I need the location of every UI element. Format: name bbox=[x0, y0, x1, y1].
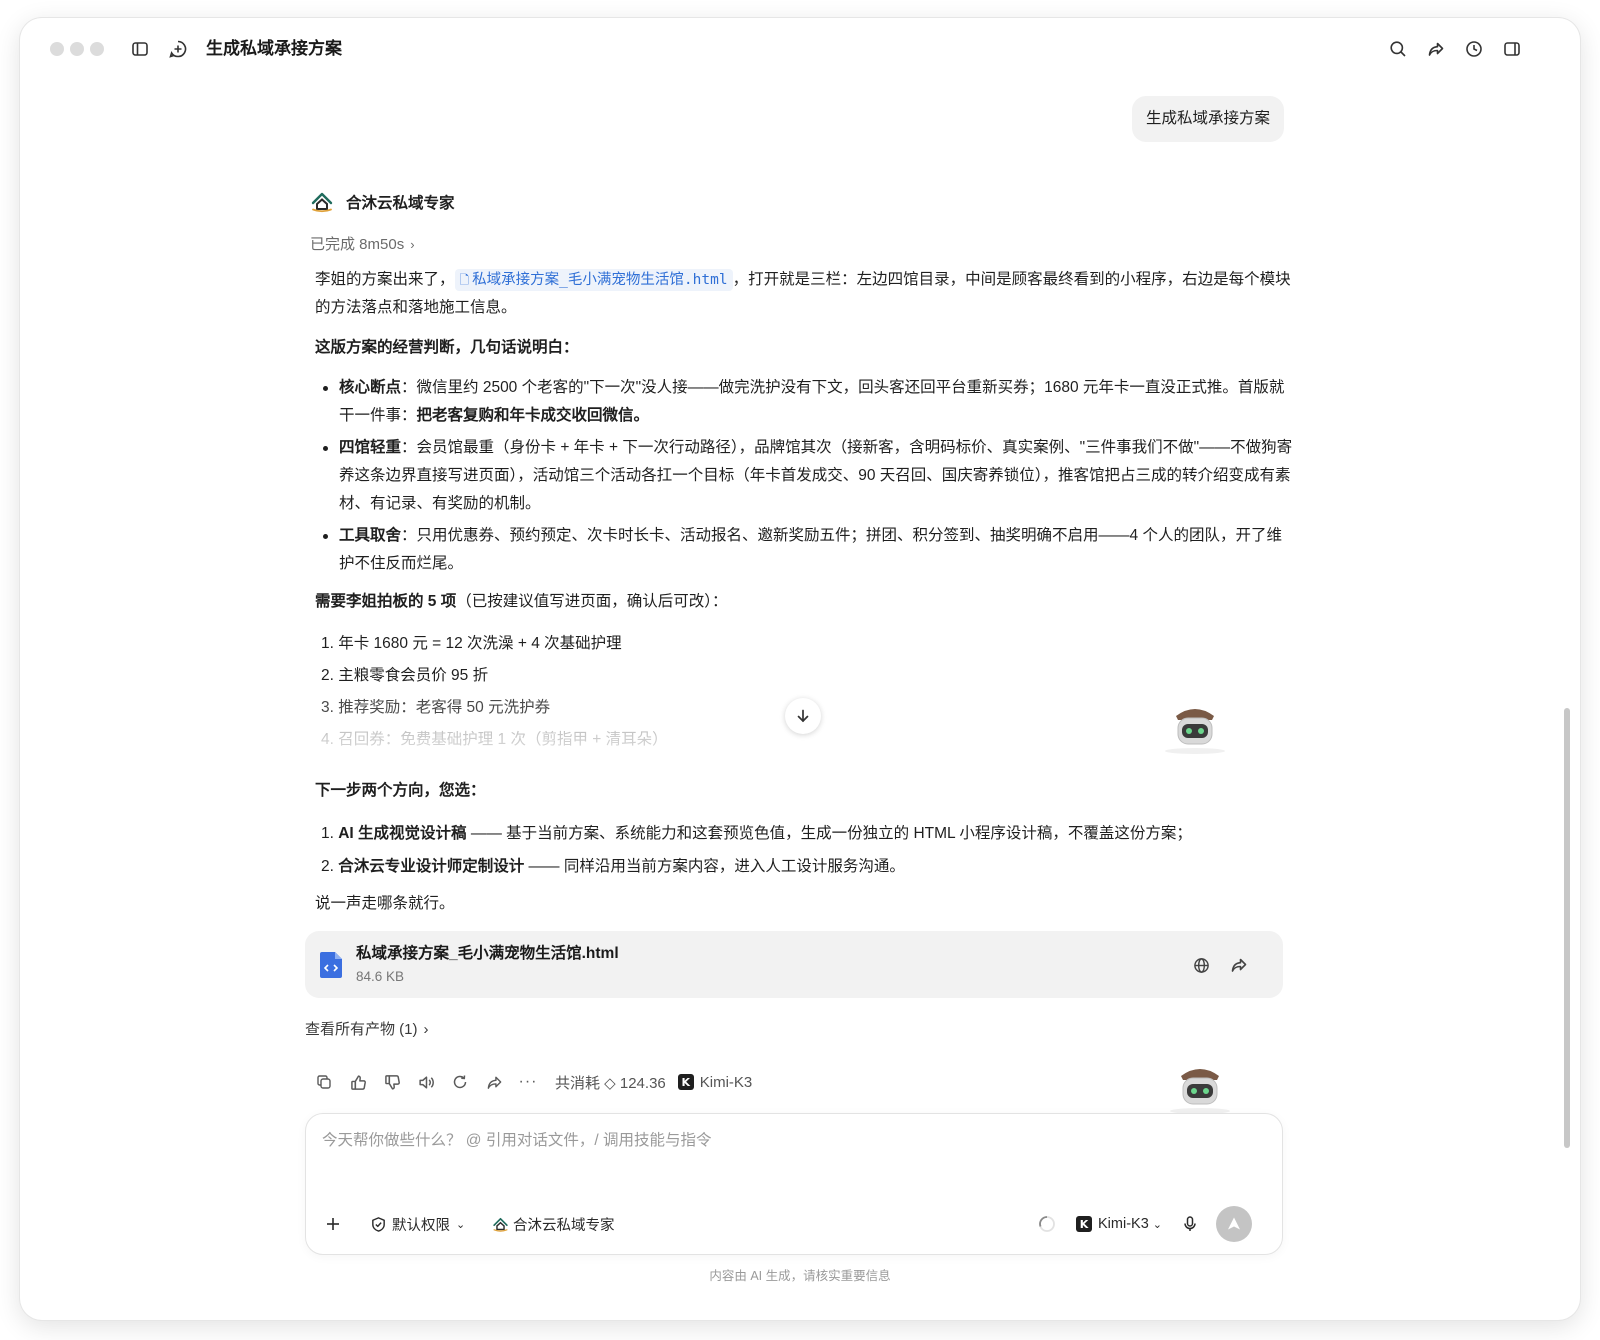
file-link[interactable]: 🗋 私域承接方案_毛小满宠物生活馆.html bbox=[454, 269, 733, 291]
read-aloud-button[interactable] bbox=[409, 1068, 443, 1096]
model-badge: K Kimi-K3 bbox=[677, 1074, 752, 1091]
list-item: 2. 主粮零食会员价 95 折 bbox=[321, 667, 489, 684]
kimi-logo-icon: K bbox=[1076, 1216, 1092, 1232]
next-list: 1. AI 生成视觉设计稿 —— 基于当前方案、系统能力和这套预览色值，生成一份… bbox=[315, 817, 1293, 883]
share-icon bbox=[1428, 42, 1444, 56]
thumbs-down-button[interactable] bbox=[375, 1068, 409, 1096]
send-arrow-icon bbox=[1228, 1217, 1240, 1230]
send-button[interactable] bbox=[1216, 1206, 1252, 1242]
file-size: 84.6 KB bbox=[356, 969, 405, 984]
share-button[interactable] bbox=[1424, 37, 1448, 61]
chevron-right-icon: › bbox=[423, 1021, 429, 1038]
chevron-down-icon: ⌄ bbox=[456, 1218, 466, 1231]
agent-selector[interactable]: 合沐云私域专家 bbox=[492, 1210, 615, 1238]
title-bar: 生成私域承接方案 bbox=[20, 18, 1580, 80]
message-composer: 默认权限 ⌄ 合沐云私域专家 K Kimi-K3 ⌄ bbox=[305, 1113, 1283, 1255]
list-item: 1. 年卡 1680 元 = 12 次洗澡 + 4 次基础护理 bbox=[321, 635, 622, 652]
judgement-heading: 这版方案的经营判断，几句话说明白： bbox=[315, 339, 579, 356]
speaker-icon bbox=[418, 1075, 434, 1089]
user-message-bubble: 生成私域承接方案 bbox=[1131, 96, 1284, 142]
arrow-down-icon bbox=[797, 709, 809, 723]
mascot-robot-icon bbox=[1170, 1069, 1230, 1114]
app-window: 生成私域承接方案 生成私域承接方案 合沐云私域专家 已完成 8m50s › 李姐的… bbox=[20, 18, 1580, 1320]
thinking-status: 已完成 8m50s bbox=[310, 236, 405, 253]
voice-input-button[interactable] bbox=[1182, 1210, 1198, 1238]
confirm-heading: 需要李姐拍板的 5 项（已按建议值写进页面，确认后可改）： bbox=[315, 593, 728, 610]
new-chat-icon bbox=[169, 40, 187, 58]
kimi-logo-icon: K bbox=[677, 1074, 694, 1090]
thumbs-up-icon bbox=[350, 1074, 366, 1090]
search-icon bbox=[1390, 41, 1406, 57]
token-usage: 共消耗 ◇ 124.36 bbox=[555, 1074, 666, 1092]
ai-disclaimer: 内容由 AI 生成，请核实重要信息 bbox=[709, 1269, 891, 1283]
window-close-button[interactable] bbox=[50, 42, 64, 56]
history-button[interactable] bbox=[1462, 37, 1486, 61]
add-attachment-button[interactable] bbox=[324, 1210, 342, 1238]
clock-icon bbox=[1466, 41, 1482, 57]
globe-icon bbox=[1193, 957, 1209, 973]
window-zoom-button[interactable] bbox=[90, 42, 104, 56]
loading-ring-icon bbox=[1039, 1216, 1055, 1232]
agent-header: 合沐云私域专家 bbox=[310, 190, 455, 214]
more-options-button[interactable]: ··· bbox=[511, 1068, 545, 1096]
right-panel-toggle-button[interactable] bbox=[1500, 37, 1524, 61]
search-button[interactable] bbox=[1386, 37, 1410, 61]
reply-intro: 李姐的方案出来了， 🗋 私域承接方案_毛小满宠物生活馆.html ，打开就是三栏：左边… bbox=[315, 269, 1291, 316]
mascot-robot-icon bbox=[1165, 709, 1225, 754]
microphone-icon bbox=[1184, 1216, 1196, 1231]
agent-logo-icon bbox=[311, 192, 333, 213]
context-usage-indicator[interactable] bbox=[1038, 1210, 1056, 1238]
html-file-icon bbox=[320, 952, 342, 978]
list-item: 2. 合沐云专业设计师定制设计 —— 同样沿用当前方案内容，进入人工设计服务沟通… bbox=[321, 858, 905, 875]
agent-logo-icon bbox=[493, 1217, 508, 1232]
list-item: 1. AI 生成视觉设计稿 —— 基于当前方案、系统能力和这套预览色值，生成一份… bbox=[321, 825, 1192, 842]
new-chat-button[interactable] bbox=[166, 37, 190, 61]
thinking-status-toggle[interactable]: 已完成 8m50s › bbox=[310, 233, 415, 254]
message-input[interactable] bbox=[322, 1126, 1262, 1156]
file-icon: 🗋 bbox=[459, 273, 470, 287]
model-selector[interactable]: K Kimi-K3 ⌄ bbox=[1076, 1210, 1162, 1238]
file-name: 私域承接方案_毛小满宠物生活馆.html bbox=[356, 945, 619, 962]
chevron-right-icon: › bbox=[410, 237, 415, 252]
plus-icon bbox=[327, 1218, 339, 1230]
refresh-icon bbox=[453, 1075, 467, 1089]
ellipsis-icon: ··· bbox=[518, 1073, 538, 1090]
share-icon bbox=[487, 1076, 501, 1089]
list-item: 工具取舍：只用优惠券、预约预定、次卡时长卡、活动报名、邀新奖励五件；拼团、积分签… bbox=[315, 522, 1293, 578]
agent-name: 合沐云私域专家 bbox=[346, 195, 455, 212]
sidebar-icon bbox=[132, 42, 148, 56]
chevron-down-icon: ⌄ bbox=[1152, 1218, 1162, 1231]
sidebar-toggle-button[interactable] bbox=[128, 37, 152, 61]
list-item: 核心断点：微信里约 2500 个老客的"下一次"没人接——做完洗护没有下文，回头… bbox=[315, 374, 1293, 430]
copy-button[interactable] bbox=[307, 1068, 341, 1096]
share-message-button[interactable] bbox=[477, 1068, 511, 1096]
permission-dropdown[interactable]: 默认权限 ⌄ bbox=[370, 1210, 465, 1238]
open-in-browser-button[interactable] bbox=[1189, 953, 1213, 977]
message-action-bar: ··· 共消耗 ◇ 124.36 K Kimi-K3 bbox=[307, 1068, 752, 1096]
regenerate-button[interactable] bbox=[443, 1068, 477, 1096]
scrollbar[interactable] bbox=[1564, 708, 1570, 1148]
window-title: 生成私域承接方案 bbox=[206, 39, 342, 58]
scroll-to-bottom-button[interactable] bbox=[785, 698, 821, 734]
share-file-button[interactable] bbox=[1227, 953, 1251, 977]
window-minimize-button[interactable] bbox=[70, 42, 84, 56]
view-all-products-link[interactable]: 查看所有产物 (1) › bbox=[305, 1018, 429, 1039]
share-icon bbox=[1231, 958, 1247, 972]
thumbs-up-button[interactable] bbox=[341, 1068, 375, 1096]
confirm-list: 1. 年卡 1680 元 = 12 次洗澡 + 4 次基础护理 2. 主粮零食会… bbox=[315, 628, 1293, 756]
file-attachment-card[interactable]: 私域承接方案_毛小满宠物生活馆.html 84.6 KB bbox=[305, 931, 1283, 998]
copy-icon bbox=[317, 1075, 331, 1089]
judgement-list: 核心断点：微信里约 2500 个老客的"下一次"没人接——做完洗护没有下文，回头… bbox=[315, 374, 1293, 582]
closing-line: 说一声走哪条就行。 bbox=[315, 895, 455, 912]
shield-check-icon bbox=[372, 1216, 385, 1232]
thumbs-down-icon bbox=[384, 1074, 400, 1090]
next-heading: 下一步两个方向，您选： bbox=[315, 782, 486, 799]
panel-right-icon bbox=[1504, 42, 1520, 56]
list-item: 四馆轻重：会员馆最重（身份卡 + 年卡 + 下一次行动路径），品牌馆其次（接新客… bbox=[315, 434, 1293, 518]
